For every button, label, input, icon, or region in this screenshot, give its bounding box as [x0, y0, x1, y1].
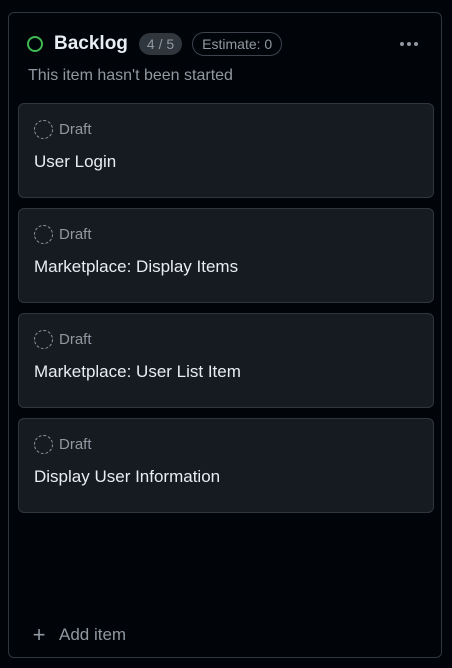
column-header: Backlog 4 / 5 Estimate: 0	[27, 31, 423, 57]
card-status: Draft	[34, 225, 92, 244]
draft-issue-icon	[34, 435, 53, 454]
plus-icon: +	[32, 622, 46, 647]
column-description: This item hasn't been started	[28, 67, 233, 84]
kebab-horizontal-icon	[400, 42, 404, 46]
kebab-dot	[407, 42, 411, 46]
status-circle-icon	[27, 36, 43, 52]
card-item[interactable]: Draft User Login	[18, 103, 434, 198]
item-count-badge: 4 / 5	[138, 33, 183, 55]
card-status: Draft	[34, 120, 92, 139]
card-title[interactable]: Display User Information	[34, 467, 220, 487]
card-status: Draft	[34, 330, 92, 349]
draft-issue-icon	[34, 225, 53, 244]
card-title[interactable]: User Login	[34, 152, 116, 172]
draft-issue-icon	[34, 120, 53, 139]
column-options-button[interactable]	[395, 32, 423, 56]
add-item-label: Add item	[59, 625, 127, 644]
kebab-dot	[414, 42, 418, 46]
card-status-label: Draft	[59, 436, 92, 453]
card-title[interactable]: Marketplace: User List Item	[34, 362, 241, 382]
card-status-label: Draft	[59, 121, 92, 138]
card-item[interactable]: Draft Marketplace: Display Items	[18, 208, 434, 303]
estimate-badge: Estimate: 0	[192, 32, 283, 56]
card-list: Draft User Login Draft Marketplace: Disp…	[18, 103, 434, 523]
card-title[interactable]: Marketplace: Display Items	[34, 257, 238, 277]
card-item[interactable]: Draft Display User Information	[18, 418, 434, 513]
card-status-label: Draft	[59, 226, 92, 243]
draft-issue-icon	[34, 330, 53, 349]
board-column-backlog: Backlog 4 / 5 Estimate: 0 This item hasn…	[8, 12, 442, 658]
column-title: Backlog	[54, 33, 128, 54]
card-status: Draft	[34, 435, 92, 454]
card-status-label: Draft	[59, 331, 92, 348]
add-item-button[interactable]: + Add item	[31, 622, 127, 647]
card-item[interactable]: Draft Marketplace: User List Item	[18, 313, 434, 408]
